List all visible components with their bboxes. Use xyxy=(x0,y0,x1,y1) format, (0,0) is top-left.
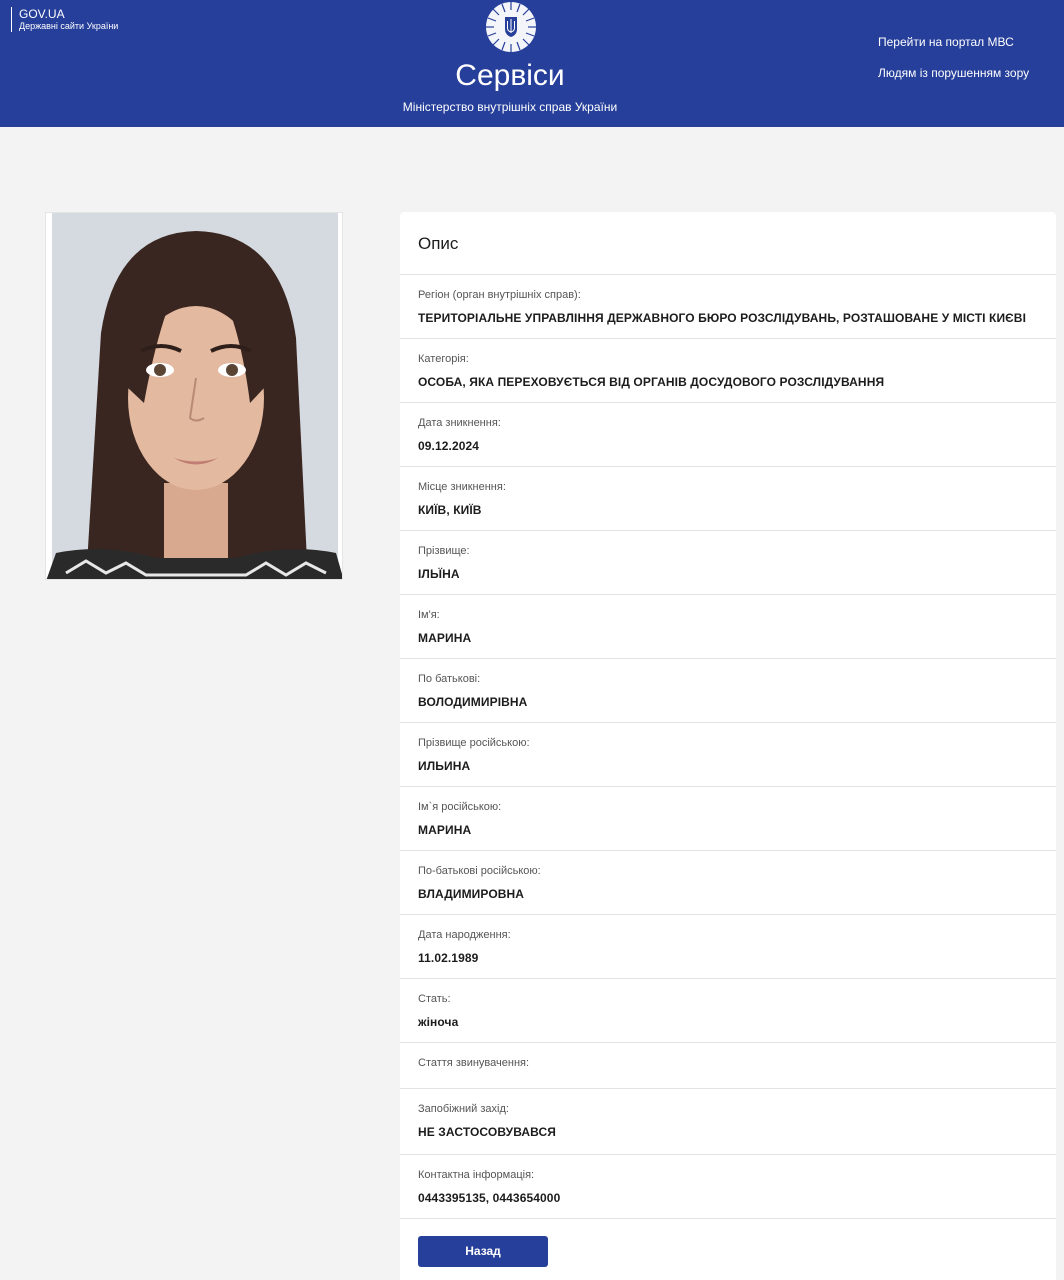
field-value: ІЛЬЇНА xyxy=(418,567,460,581)
portal-link[interactable]: Перейти на портал МВС xyxy=(878,35,1014,49)
field-first-name: Ім'я: МАРИНА xyxy=(400,594,1056,658)
field-label: Ім'я: xyxy=(418,609,440,621)
field-patronymic: По батькові: ВОЛОДИМИРІВНА xyxy=(400,658,1056,722)
field-disappearance-date: Дата зникнення: 09.12.2024 xyxy=(400,402,1056,466)
field-label: По-батькові російською: xyxy=(418,865,541,877)
gov-ua-block[interactable]: GOV.UA Державні сайти України xyxy=(11,7,118,32)
field-value: ТЕРИТОРІАЛЬНЕ УПРАВЛІННЯ ДЕРЖАВНОГО БЮРО… xyxy=(418,311,1027,325)
field-value: 09.12.2024 xyxy=(418,439,480,453)
back-button[interactable]: Назад xyxy=(418,1236,548,1267)
field-patronymic-ru: По-батькові російською: ВЛАДИМИРОВНА xyxy=(400,850,1056,914)
site-header: GOV.UA Державні сайти України Сервіси Мі… xyxy=(0,0,1064,127)
field-label: Прізвище російською: xyxy=(418,737,530,749)
field-value: НЕ ЗАСТОСОВУВАВСЯ xyxy=(418,1125,556,1139)
accessibility-link[interactable]: Людям із порушенням зору xyxy=(878,66,1029,80)
brand-title[interactable]: Сервіси xyxy=(0,58,1020,94)
field-region: Регіон (орган внутрішніх справ): ТЕРИТОР… xyxy=(400,274,1056,338)
field-label: По батькові: xyxy=(418,673,481,685)
field-first-name-ru: Ім`я російською: МАРИНА xyxy=(400,786,1056,850)
divider xyxy=(400,1218,1056,1219)
portrait-image xyxy=(46,213,342,579)
field-surname: Прізвище: ІЛЬЇНА xyxy=(400,530,1056,594)
field-value: 11.02.1989 xyxy=(418,951,479,965)
field-label: Запобіжний захід: xyxy=(418,1103,509,1115)
field-label: Стаття звинувачення: xyxy=(418,1057,530,1069)
field-sex: Стать: жіноча xyxy=(400,978,1056,1042)
field-preventive-measure: Запобіжний захід: НЕ ЗАСТОСОВУВАВСЯ xyxy=(400,1088,1056,1152)
person-photo xyxy=(45,212,343,580)
field-label: Дата народження: xyxy=(418,929,511,941)
field-value: ВЛАДИМИРОВНА xyxy=(418,887,525,901)
field-value: жіноча xyxy=(418,1015,459,1029)
field-label: Стать: xyxy=(418,993,451,1005)
field-value: ВОЛОДИМИРІВНА xyxy=(418,695,528,709)
gov-ua-title[interactable]: GOV.UA xyxy=(19,7,118,21)
field-label: Ім`я російською: xyxy=(418,801,502,813)
gov-ua-subtitle: Державні сайти України xyxy=(19,21,119,31)
field-label: Регіон (орган внутрішніх справ): xyxy=(418,289,581,301)
field-surname-ru: Прізвище російською: ИЛЬИНА xyxy=(400,722,1056,786)
field-category: Категорія: ОСОБА, ЯКА ПЕРЕХОВУЄТЬСЯ ВІД … xyxy=(400,338,1056,402)
description-card: Опис Регіон (орган внутрішніх справ): ТЕ… xyxy=(400,212,1056,1280)
field-disappearance-place: Місце зникнення: КИЇВ, КИЇВ xyxy=(400,466,1056,530)
field-label: Дата зникнення: xyxy=(418,417,501,429)
field-value: КИЇВ, КИЇВ xyxy=(418,503,482,517)
field-label: Місце зникнення: xyxy=(418,481,506,493)
field-label: Категорія: xyxy=(418,353,469,365)
ministry-subtitle: Міністерство внутрішніх справ України xyxy=(402,100,618,114)
field-charge-article: Стаття звинувачення: xyxy=(400,1042,1056,1088)
field-value: МАРИНА xyxy=(418,631,472,645)
trident-emblem-icon[interactable] xyxy=(484,0,538,54)
field-label: Контактна інформація: xyxy=(418,1169,535,1181)
field-value[interactable]: 0443395135, 0443654000 xyxy=(418,1191,560,1205)
field-value: МАРИНА xyxy=(418,823,472,837)
field-contact-info: Контактна інформація: 0443395135, 044365… xyxy=(400,1154,1056,1218)
field-value: ОСОБА, ЯКА ПЕРЕХОВУЄТЬСЯ ВІД ОРГАНІВ ДОС… xyxy=(418,375,885,389)
field-birth-date: Дата народження: 11.02.1989 xyxy=(400,914,1056,978)
card-title: Опис xyxy=(418,234,459,253)
field-label: Прізвище: xyxy=(418,545,470,557)
field-value: ИЛЬИНА xyxy=(418,759,471,773)
